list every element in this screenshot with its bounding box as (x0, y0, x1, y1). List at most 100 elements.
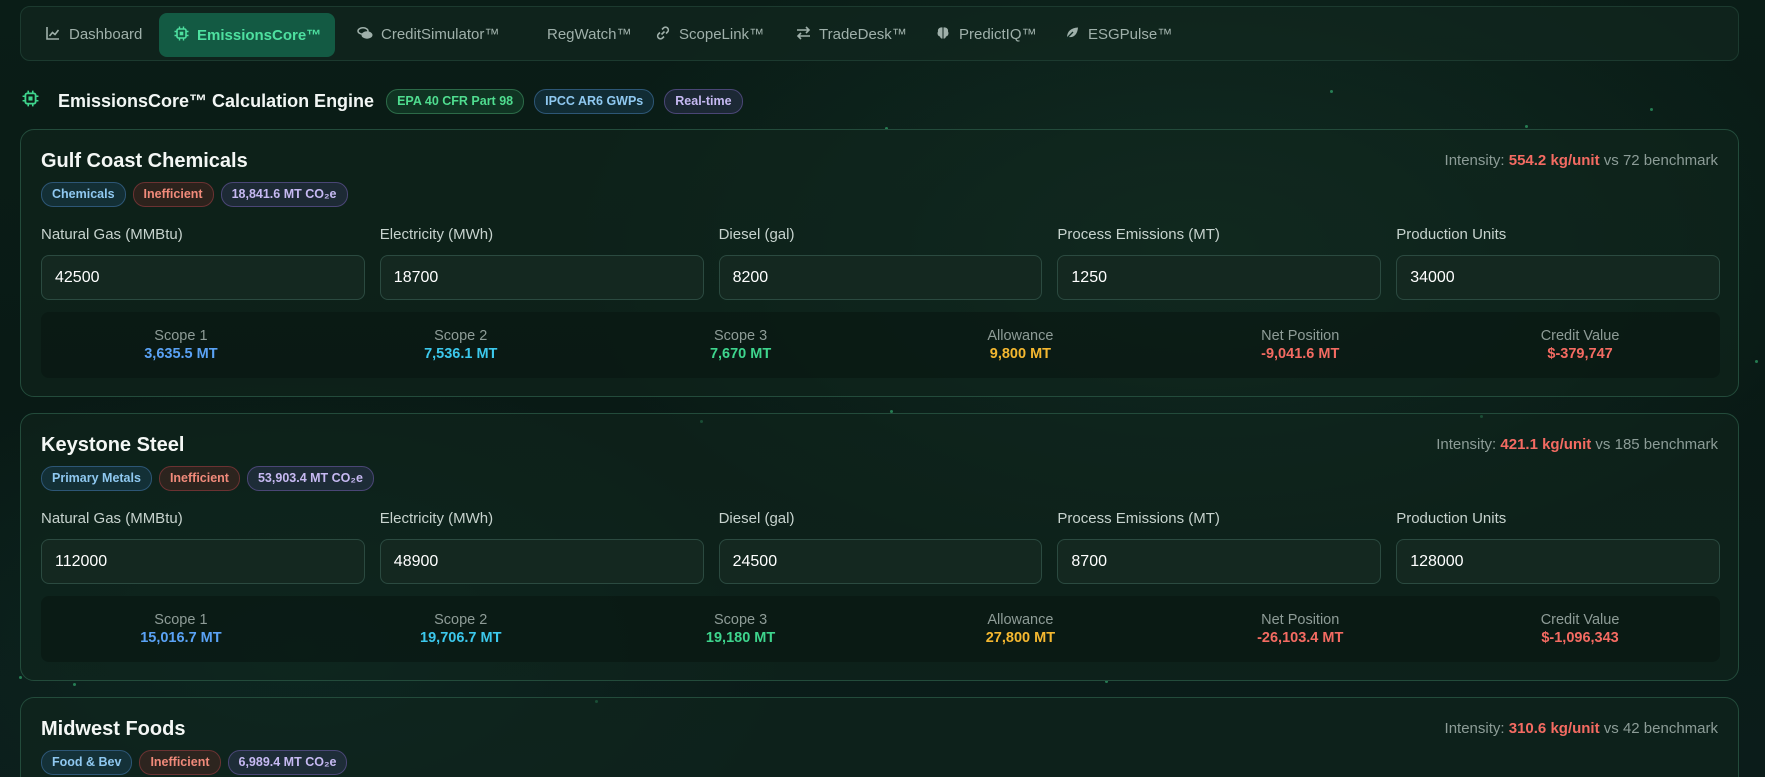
production-units-input[interactable] (1396, 255, 1720, 300)
result-value: 7,536.1 MT (424, 346, 498, 362)
intensity-prefix: Intensity: (1444, 720, 1509, 737)
result-label: Credit Value (1540, 612, 1620, 628)
electricity-field-group: Electricity (MWh) (379, 510, 704, 584)
allowance-result: Allowance 27,800 MT (880, 596, 1160, 662)
electricity-input[interactable] (379, 539, 704, 584)
benchmark-text: vs 72 benchmark (1599, 152, 1718, 169)
intensity-value: 554.2 kg/unit (1508, 152, 1600, 169)
result-value: 19,180 MT (705, 630, 776, 646)
result-label: Scope 2 (434, 612, 488, 628)
result-label: Scope 1 (154, 612, 208, 628)
diesel-field-group: Diesel (gal) (718, 226, 1043, 300)
process-emissions-field-group: Process Emissions (MT) (1057, 510, 1382, 584)
brain-icon (935, 26, 951, 43)
tab-label: CreditSimulator™ (381, 26, 500, 43)
intensity-value: 421.1 kg/unit (1500, 436, 1592, 453)
result-label: Net Position (1261, 328, 1340, 344)
field-label: Process Emissions (MT) (1057, 510, 1220, 527)
tab-emissionscore[interactable]: EmissionsCore™ (159, 13, 336, 57)
natural-gas-input[interactable] (41, 539, 365, 584)
tab-label: PredictIQ™ (959, 26, 1037, 43)
page-title: EmissionsCore™ Calculation Engine (58, 90, 375, 111)
badge-realtime: Real-time (664, 88, 743, 114)
facility-badges: Primary Metals Inefficient 53,903.4 MT C… (41, 466, 374, 491)
benchmark-text: vs 42 benchmark (1599, 720, 1718, 737)
net-position-result: Net Position -9,041.6 MT (1160, 312, 1440, 378)
result-label: Net Position (1261, 612, 1340, 628)
result-value: 15,016.7 MT (140, 630, 222, 646)
results-panel: Scope 1 15,016.7 MT Scope 2 19,706.7 MT Sc… (41, 596, 1720, 662)
sector-badge: Primary Metals (41, 466, 152, 491)
process-emissions-input[interactable] (1057, 255, 1382, 300)
tab-tradedesk[interactable]: TradeDesk™ (781, 13, 921, 56)
electricity-input[interactable] (379, 255, 704, 300)
intensity-value: 310.6 kg/unit (1508, 720, 1600, 737)
natural-gas-field-group: Natural Gas (MMBtu) (41, 510, 365, 584)
process-emissions-input[interactable] (1057, 539, 1382, 584)
scope3-result: Scope 3 19,180 MT (601, 596, 881, 662)
input-fields: Natural Gas (MMBtu) Electricity (MWh) Di… (41, 226, 1720, 300)
tab-label: ScopeLink™ (679, 26, 765, 43)
field-label: Electricity (MWh) (379, 226, 494, 243)
intensity-readout: Intensity: 554.2 kg/unit vs 72 benchmark (1445, 152, 1718, 169)
total-emissions-badge: 53,903.4 MT CO₂e (246, 466, 374, 491)
tab-predictiq[interactable]: PredictIQ™ (921, 13, 1051, 56)
tab-dashboard[interactable]: Dashboard (31, 13, 156, 56)
intensity-prefix: Intensity: (1436, 436, 1501, 453)
result-value: $-379,747 (1547, 346, 1613, 362)
result-label: Allowance (987, 328, 1054, 344)
scope3-result: Scope 3 7,670 MT (601, 312, 881, 378)
tab-label: TradeDesk™ (819, 26, 907, 43)
allowance-result: Allowance 9,800 MT (880, 312, 1160, 378)
intensity-prefix: Intensity: (1444, 152, 1509, 169)
tab-esgpulse[interactable]: ESGPulse™ (1050, 13, 1186, 56)
top-nav: Dashboard EmissionsCore™ CreditSimulator… (20, 6, 1739, 61)
electricity-field-group: Electricity (MWh) (379, 226, 704, 300)
field-label: Production Units (1396, 226, 1507, 243)
tab-regwatch[interactable]: RegWatch™ (533, 13, 645, 56)
result-value: 9,800 MT (989, 346, 1052, 362)
diesel-input[interactable] (718, 255, 1043, 300)
result-label: Scope 3 (713, 328, 768, 344)
facility-card-midwest-foods: Midwest Foods Food & Bev Inefficient 6,9… (20, 697, 1739, 777)
result-value: -9,041.6 MT (1261, 346, 1340, 362)
chart-line-icon (45, 26, 61, 43)
intensity-readout: Intensity: 421.1 kg/unit vs 185 benchmar… (1436, 436, 1718, 453)
status-badge: Inefficient (139, 750, 221, 775)
field-label: Natural Gas (MMBtu) (41, 226, 183, 243)
sector-badge: Chemicals (41, 182, 126, 207)
natural-gas-input[interactable] (41, 255, 365, 300)
badge-epa: EPA 40 CFR Part 98 (386, 88, 525, 114)
field-label: Diesel (gal) (718, 510, 795, 527)
total-emissions-badge: 18,841.6 MT CO₂e (220, 182, 348, 207)
tab-creditsimulator[interactable]: CreditSimulator™ (343, 13, 513, 56)
scope1-result: Scope 1 15,016.7 MT (41, 596, 321, 662)
result-label: Scope 3 (713, 612, 768, 628)
total-emissions-badge: 6,989.4 MT CO₂e (227, 750, 348, 775)
facility-badges: Food & Bev Inefficient 6,989.4 MT CO₂e (41, 750, 348, 775)
facility-name: Keystone Steel (41, 434, 185, 456)
result-value: $-1,096,343 (1541, 630, 1619, 646)
process-emissions-field-group: Process Emissions (MT) (1057, 226, 1382, 300)
badge-ipcc: IPCC AR6 GWPs (534, 88, 655, 114)
facility-badges: Chemicals Inefficient 18,841.6 MT CO₂e (41, 182, 348, 207)
scope1-result: Scope 1 3,635.5 MT (41, 312, 321, 378)
tab-label: ESGPulse™ (1088, 26, 1173, 43)
link-icon (655, 26, 671, 43)
sector-badge: Food & Bev (41, 750, 133, 775)
tab-scopelink[interactable]: ScopeLink™ (641, 13, 778, 56)
intensity-readout: Intensity: 310.6 kg/unit vs 42 benchmark (1445, 720, 1718, 737)
result-value: 27,800 MT (985, 630, 1056, 646)
result-label: Allowance (987, 612, 1054, 628)
production-units-input[interactable] (1396, 539, 1720, 584)
result-value: 19,706.7 MT (420, 630, 502, 646)
diesel-input[interactable] (718, 539, 1043, 584)
field-label: Electricity (MWh) (379, 510, 494, 527)
result-label: Credit Value (1540, 328, 1620, 344)
exchange-icon (795, 26, 811, 43)
production-units-field-group: Production Units (1396, 226, 1720, 300)
facility-card-keystone-steel: Keystone Steel Primary Metals Inefficien… (20, 413, 1739, 681)
chip-icon (173, 26, 189, 44)
production-units-field-group: Production Units (1396, 510, 1720, 584)
facility-name: Midwest Foods (41, 718, 186, 740)
